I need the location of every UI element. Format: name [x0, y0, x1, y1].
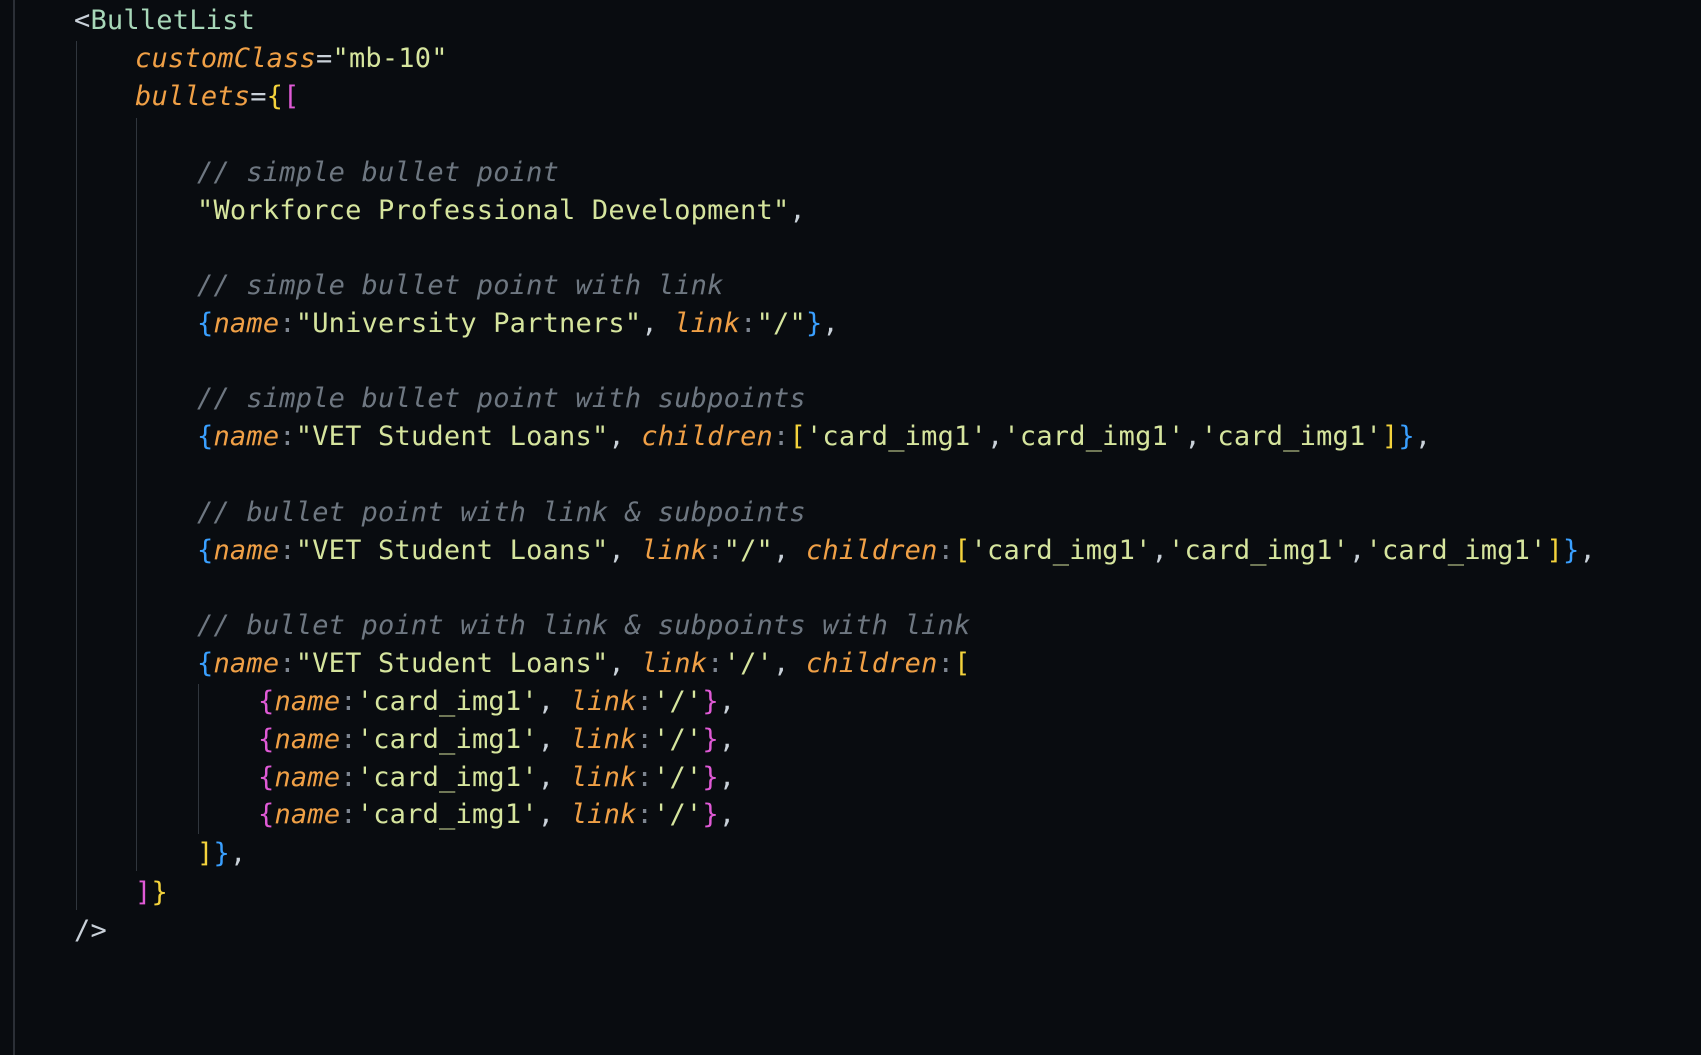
string-literal: "VET Student Loans"	[295, 421, 609, 452]
code-line: {name:"VET Student Loans", link:'/', chi…	[197, 648, 971, 679]
string-literal: "University Partners"	[295, 308, 642, 339]
string-literal: "VET Student Loans"	[295, 648, 609, 679]
string-literal: '/'	[653, 799, 703, 830]
property-key: name	[274, 724, 341, 755]
code-line: bullets={[	[135, 81, 300, 112]
property-key: name	[274, 799, 341, 830]
code-line: <BulletList	[74, 5, 256, 36]
attribute-value: "mb-10"	[332, 43, 448, 74]
property-key: name	[213, 308, 280, 339]
string-literal: "VET Student Loans"	[295, 535, 609, 566]
tag-close: />	[74, 915, 107, 946]
string-literal: 'card_img1'	[356, 724, 538, 755]
code-line: ]}	[135, 877, 168, 908]
property-key: name	[274, 762, 341, 793]
attribute-name: bullets	[135, 81, 251, 112]
property-key: link	[641, 535, 708, 566]
property-key: children	[805, 648, 938, 679]
string-literal: 'card_img1'	[805, 421, 987, 452]
code-line: {name:"VET Student Loans", children:['ca…	[197, 421, 1432, 452]
string-literal: '/'	[653, 724, 703, 755]
attribute-name: customClass	[135, 43, 317, 74]
indent-guide	[136, 118, 137, 871]
code-editor[interactable]: <BulletList customClass="mb-10" bullets=…	[0, 0, 1701, 1055]
code-line: customClass="mb-10"	[135, 43, 448, 74]
indent-guide	[76, 41, 77, 910]
string-literal: "/"	[723, 535, 774, 566]
string-literal: 'card_img1'	[1365, 535, 1547, 566]
string-literal: "/"	[756, 308, 806, 339]
property-key: link	[641, 648, 708, 679]
property-key: link	[570, 686, 637, 717]
string-literal: 'card_img1'	[1003, 421, 1185, 452]
property-key: children	[805, 535, 938, 566]
property-key: link	[570, 762, 637, 793]
code-line: {name:'card_img1', link:'/'},	[258, 799, 736, 830]
code-comment: // simple bullet point with link	[197, 270, 724, 301]
string-literal: 'card_img1'	[356, 686, 538, 717]
code-line: {name:'card_img1', link:'/'},	[258, 724, 736, 755]
string-literal: 'card_img1'	[1168, 535, 1350, 566]
code-comment: // simple bullet point	[197, 157, 560, 188]
string-literal: 'card_img1'	[970, 535, 1152, 566]
property-key: link	[570, 724, 637, 755]
property-key: children	[641, 421, 773, 452]
component-tag: BulletList	[90, 5, 256, 36]
property-key: link	[674, 308, 741, 339]
string-literal: 'card_img1'	[356, 762, 538, 793]
property-key: name	[213, 421, 280, 452]
string-literal: '/'	[723, 648, 774, 679]
string-literal: "Workforce Professional Development"	[197, 195, 790, 226]
indent-guide	[198, 684, 199, 834]
code-comment: // bullet point with link & subpoints wi…	[197, 610, 971, 641]
property-key: link	[570, 799, 637, 830]
code-line: {name:"University Partners", link:"/"},	[197, 308, 839, 339]
code-comment: // bullet point with link & subpoints	[197, 497, 806, 528]
property-key: name	[213, 648, 280, 679]
code-line: {name:'card_img1', link:'/'},	[258, 762, 736, 793]
code-line: {name:'card_img1', link:'/'},	[258, 686, 736, 717]
code-line: {name:"VET Student Loans", link:"/", chi…	[197, 535, 1596, 566]
gutter-border	[13, 0, 15, 1055]
string-literal: '/'	[653, 686, 703, 717]
string-literal: 'card_img1'	[356, 799, 538, 830]
string-literal: '/'	[653, 762, 703, 793]
property-key: name	[274, 686, 341, 717]
code-line: "Workforce Professional Development",	[197, 195, 806, 226]
property-key: name	[213, 535, 280, 566]
code-line: ]},	[197, 838, 247, 869]
string-literal: 'card_img1'	[1200, 421, 1382, 452]
code-comment: // simple bullet point with subpoints	[197, 383, 806, 414]
